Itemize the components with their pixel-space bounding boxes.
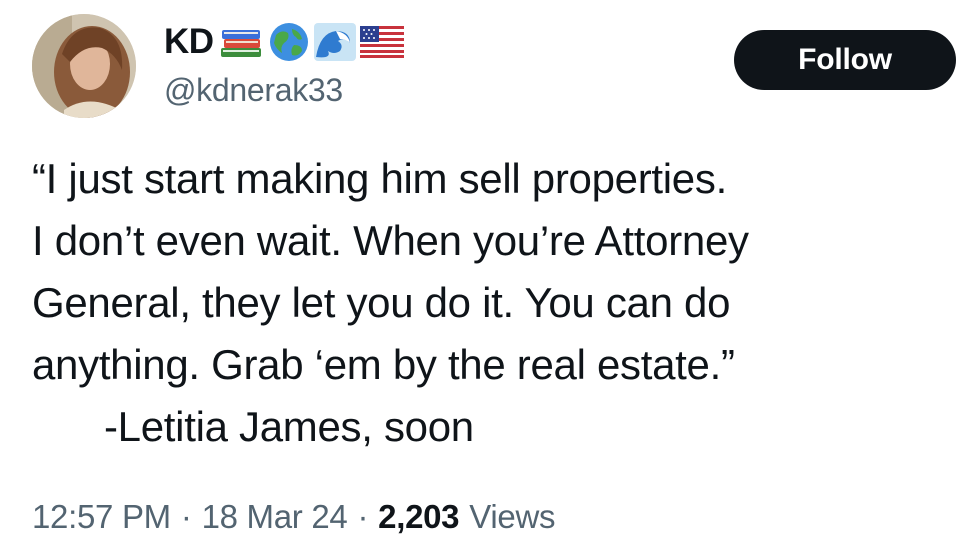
tweet-text-line: anything. Grab ‘em by the real estate.” (32, 341, 735, 388)
follow-button[interactable]: Follow (734, 30, 956, 90)
views-count[interactable]: 2,203 (378, 498, 459, 536)
avatar[interactable] (32, 14, 136, 118)
wave-emoji-icon (313, 23, 356, 61)
tweet-text-line: General, they let you do it. You can do (32, 279, 731, 326)
globe-emoji-icon (268, 21, 310, 63)
tweet-card: KD @kdnerak33 Follow “I just start makin… (0, 0, 960, 549)
tweet-time[interactable]: 12:57 PM (32, 498, 171, 536)
us-flag-emoji-icon (359, 26, 404, 58)
display-name[interactable]: KD (164, 22, 214, 62)
meta-separator: · (357, 498, 369, 535)
tweet-date[interactable]: 18 Mar 24 (202, 498, 348, 536)
user-handle[interactable]: @kdnerak33 (164, 72, 343, 109)
views-label[interactable]: Views (469, 498, 555, 536)
tweet-meta: 12:57 PM · 18 Mar 24 · 2,203 Views (32, 498, 555, 536)
tweet-text-line: “I just start making him sell properties… (32, 155, 727, 202)
display-name-row[interactable]: KD (164, 18, 404, 66)
profile-photo-icon (32, 14, 136, 118)
tweet-text-line: I don’t even wait. When you’re Attorney (32, 217, 749, 264)
tweet-attribution-line: -Letitia James, soon (104, 403, 474, 450)
tweet-text: “I just start making him sell properties… (32, 148, 932, 458)
books-emoji-icon (218, 24, 264, 60)
meta-separator: · (180, 498, 192, 535)
